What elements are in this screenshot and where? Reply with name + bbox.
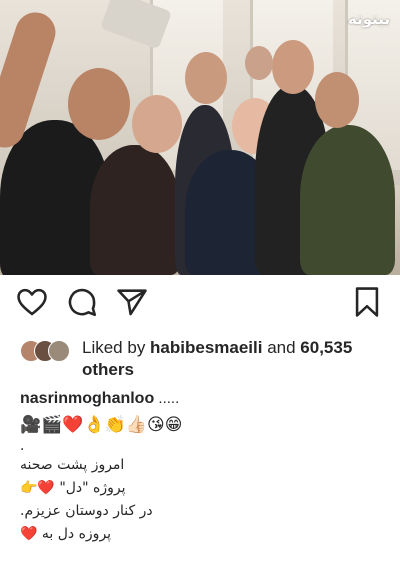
caption-line: امروز پشت صحنه xyxy=(20,457,125,473)
likes-text: Liked by habibesmaeili and 60,535 others xyxy=(82,337,390,381)
bookmark-icon[interactable] xyxy=(350,285,386,321)
likes-middle: and xyxy=(262,338,301,357)
action-bar xyxy=(0,285,400,325)
caption-emoji-line: 🎥🎬❤️👌👏👍🏻😘😁 xyxy=(20,415,183,435)
caption-line: پروزه دل به ❤️ xyxy=(20,526,112,542)
likes-prefix: Liked by xyxy=(82,338,151,357)
caption-line: پروژه "دل" ❤️👉 xyxy=(20,480,126,496)
person-head xyxy=(185,52,227,104)
watermark-logo: بیتوته xyxy=(347,10,390,28)
person-head xyxy=(315,72,359,128)
comment-icon[interactable] xyxy=(65,285,101,321)
avatar xyxy=(48,340,70,362)
likes-others[interactable]: others xyxy=(82,360,134,379)
heart-icon[interactable] xyxy=(15,285,51,321)
post-photo[interactable]: بیتوته xyxy=(0,0,400,275)
likes-summary[interactable]: Liked by habibesmaeili and 60,535 others xyxy=(20,337,390,381)
caption-username[interactable]: nasrinmoghanloo xyxy=(20,390,154,407)
person-head xyxy=(272,40,314,94)
person-head xyxy=(245,46,273,80)
likes-count[interactable]: 60,535 xyxy=(300,338,352,357)
person-head xyxy=(132,95,182,153)
caption-ellipsis: ..... xyxy=(154,390,180,407)
caption-dot-line: . xyxy=(20,438,25,454)
person-figure xyxy=(90,145,180,275)
post-caption: nasrinmoghanloo ..... 🎥🎬❤️👌👏👍🏻😘😁 . امروز… xyxy=(20,388,390,546)
person-head xyxy=(68,68,130,140)
liker-avatars xyxy=(20,340,78,362)
caption-line: در کنار دوستان عزیزم. xyxy=(20,503,153,519)
liker-username[interactable]: habibesmaeili xyxy=(150,338,262,357)
paper-plane-icon[interactable] xyxy=(115,285,151,321)
person-figure xyxy=(300,125,395,275)
